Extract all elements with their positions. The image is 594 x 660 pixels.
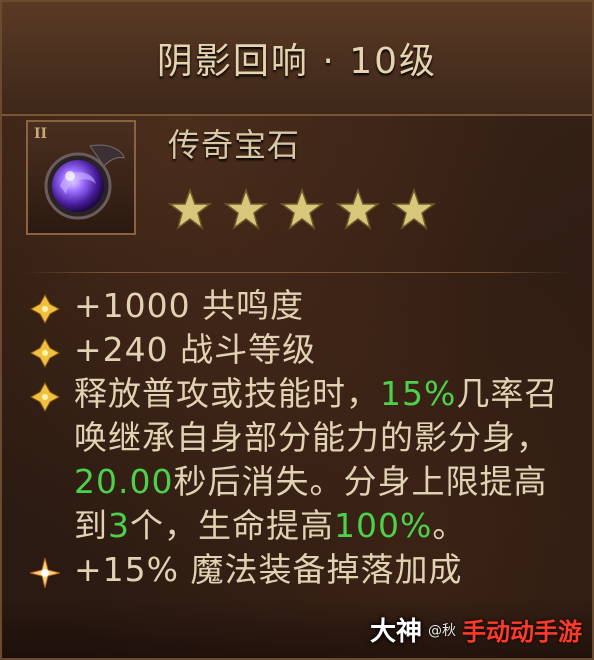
stat-list: +1000 共鸣度 +240 战斗等级 释放普攻或技能时，15%几率召唤继承自身… (30, 284, 570, 592)
effect-chance: 15% (380, 374, 457, 413)
watermark-logo: 大神 (369, 617, 422, 647)
item-title: 阴影回响 · 10级 (156, 41, 438, 82)
gem-icon-frame[interactable]: II (26, 120, 136, 235)
gem-icon (44, 144, 125, 220)
star-icon (168, 188, 212, 230)
stat-label: 共鸣度 (190, 286, 305, 325)
effect-count: 3 (108, 506, 130, 545)
stat-effect: 释放普攻或技能时，15%几率召唤继承自身部分能力的影分身，20.00秒后消失。分… (30, 372, 570, 548)
stat-label: 战斗等级 (168, 330, 317, 369)
effect-duration: 20.00 (74, 462, 174, 501)
divider (24, 272, 570, 273)
effect-text-1: 释放普攻或技能时， (74, 374, 380, 413)
stat-resonance: +1000 共鸣度 (30, 284, 570, 328)
stat-combat-level: +240 战斗等级 (30, 328, 570, 372)
stat-drop-bonus: +15% 魔法装备掉落加成 (30, 548, 570, 592)
title-bar: 阴影回响 · 10级 (2, 2, 592, 116)
star-icon (280, 188, 324, 230)
item-type: 传奇宝石 (168, 126, 301, 164)
watermark-site: 手动动手游 (462, 618, 582, 646)
sparkle-bullet-icon (30, 558, 60, 588)
item-tooltip: 阴影回响 · 10级 II 传奇宝石 +1000 共鸣度 +240 战斗等级 释… (0, 0, 594, 660)
star-icon (224, 188, 268, 230)
watermark: 大神 @秋 手动动手游 (370, 611, 582, 648)
star-icon (392, 188, 436, 230)
effect-text-4: 个，生命提高 (130, 506, 334, 545)
effect-hp: 100% (334, 506, 433, 545)
stat-value: +240 (74, 330, 169, 369)
star-rating (168, 188, 436, 232)
effect-text-5: 。 (432, 506, 467, 545)
diamond-bullet-icon (30, 382, 60, 412)
star-icon (336, 188, 380, 230)
stat-label: 魔法装备掉落加成 (179, 550, 463, 589)
stat-value: +1000 (74, 286, 191, 325)
watermark-author: @秋 (428, 622, 456, 639)
diamond-bullet-icon (30, 338, 60, 368)
stat-value: +15% (74, 550, 179, 589)
diamond-bullet-icon (30, 294, 60, 324)
